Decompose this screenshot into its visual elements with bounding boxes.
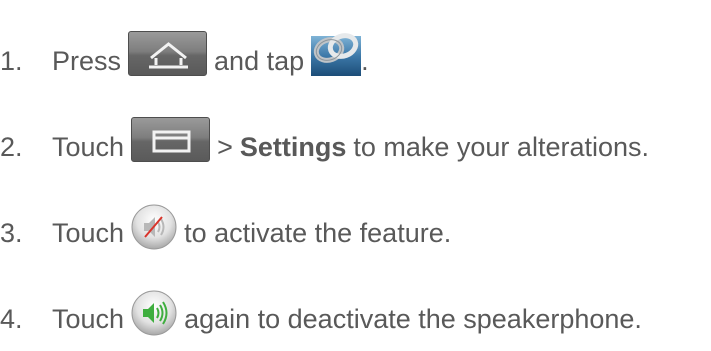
step-text: and tap <box>214 46 305 76</box>
step-3: 3. Touch to activate the feature. <box>0 190 451 250</box>
speaker-off-icon <box>131 204 177 250</box>
speaker-on-icon <box>131 290 177 336</box>
settings-label: Settings <box>239 132 347 162</box>
step-2: 2. Touch > Settings to make your alterat… <box>0 104 649 164</box>
link-app-icon <box>311 26 362 76</box>
step-number: 3. <box>0 218 23 248</box>
menu-key-icon <box>131 117 211 162</box>
step-text: > <box>217 132 233 162</box>
step-text: Touch <box>52 218 125 248</box>
step-number: 1. <box>0 46 23 76</box>
step-number: 2. <box>0 132 23 162</box>
step-text: Press <box>52 46 122 76</box>
step-text: to make your alterations. <box>353 132 650 162</box>
step-text: . <box>361 46 369 76</box>
step-text: to activate the feature. <box>184 218 452 248</box>
step-text: again to deactivate the speakerphone. <box>184 304 642 334</box>
step-4: 4. Touch again to deactivate the speaker… <box>0 276 642 336</box>
step-text: Touch <box>52 304 125 334</box>
step-text: Touch <box>52 132 125 162</box>
home-key-icon <box>128 31 208 76</box>
step-number: 4. <box>0 304 23 334</box>
step-1: 1. Press and tap . <box>0 18 369 78</box>
